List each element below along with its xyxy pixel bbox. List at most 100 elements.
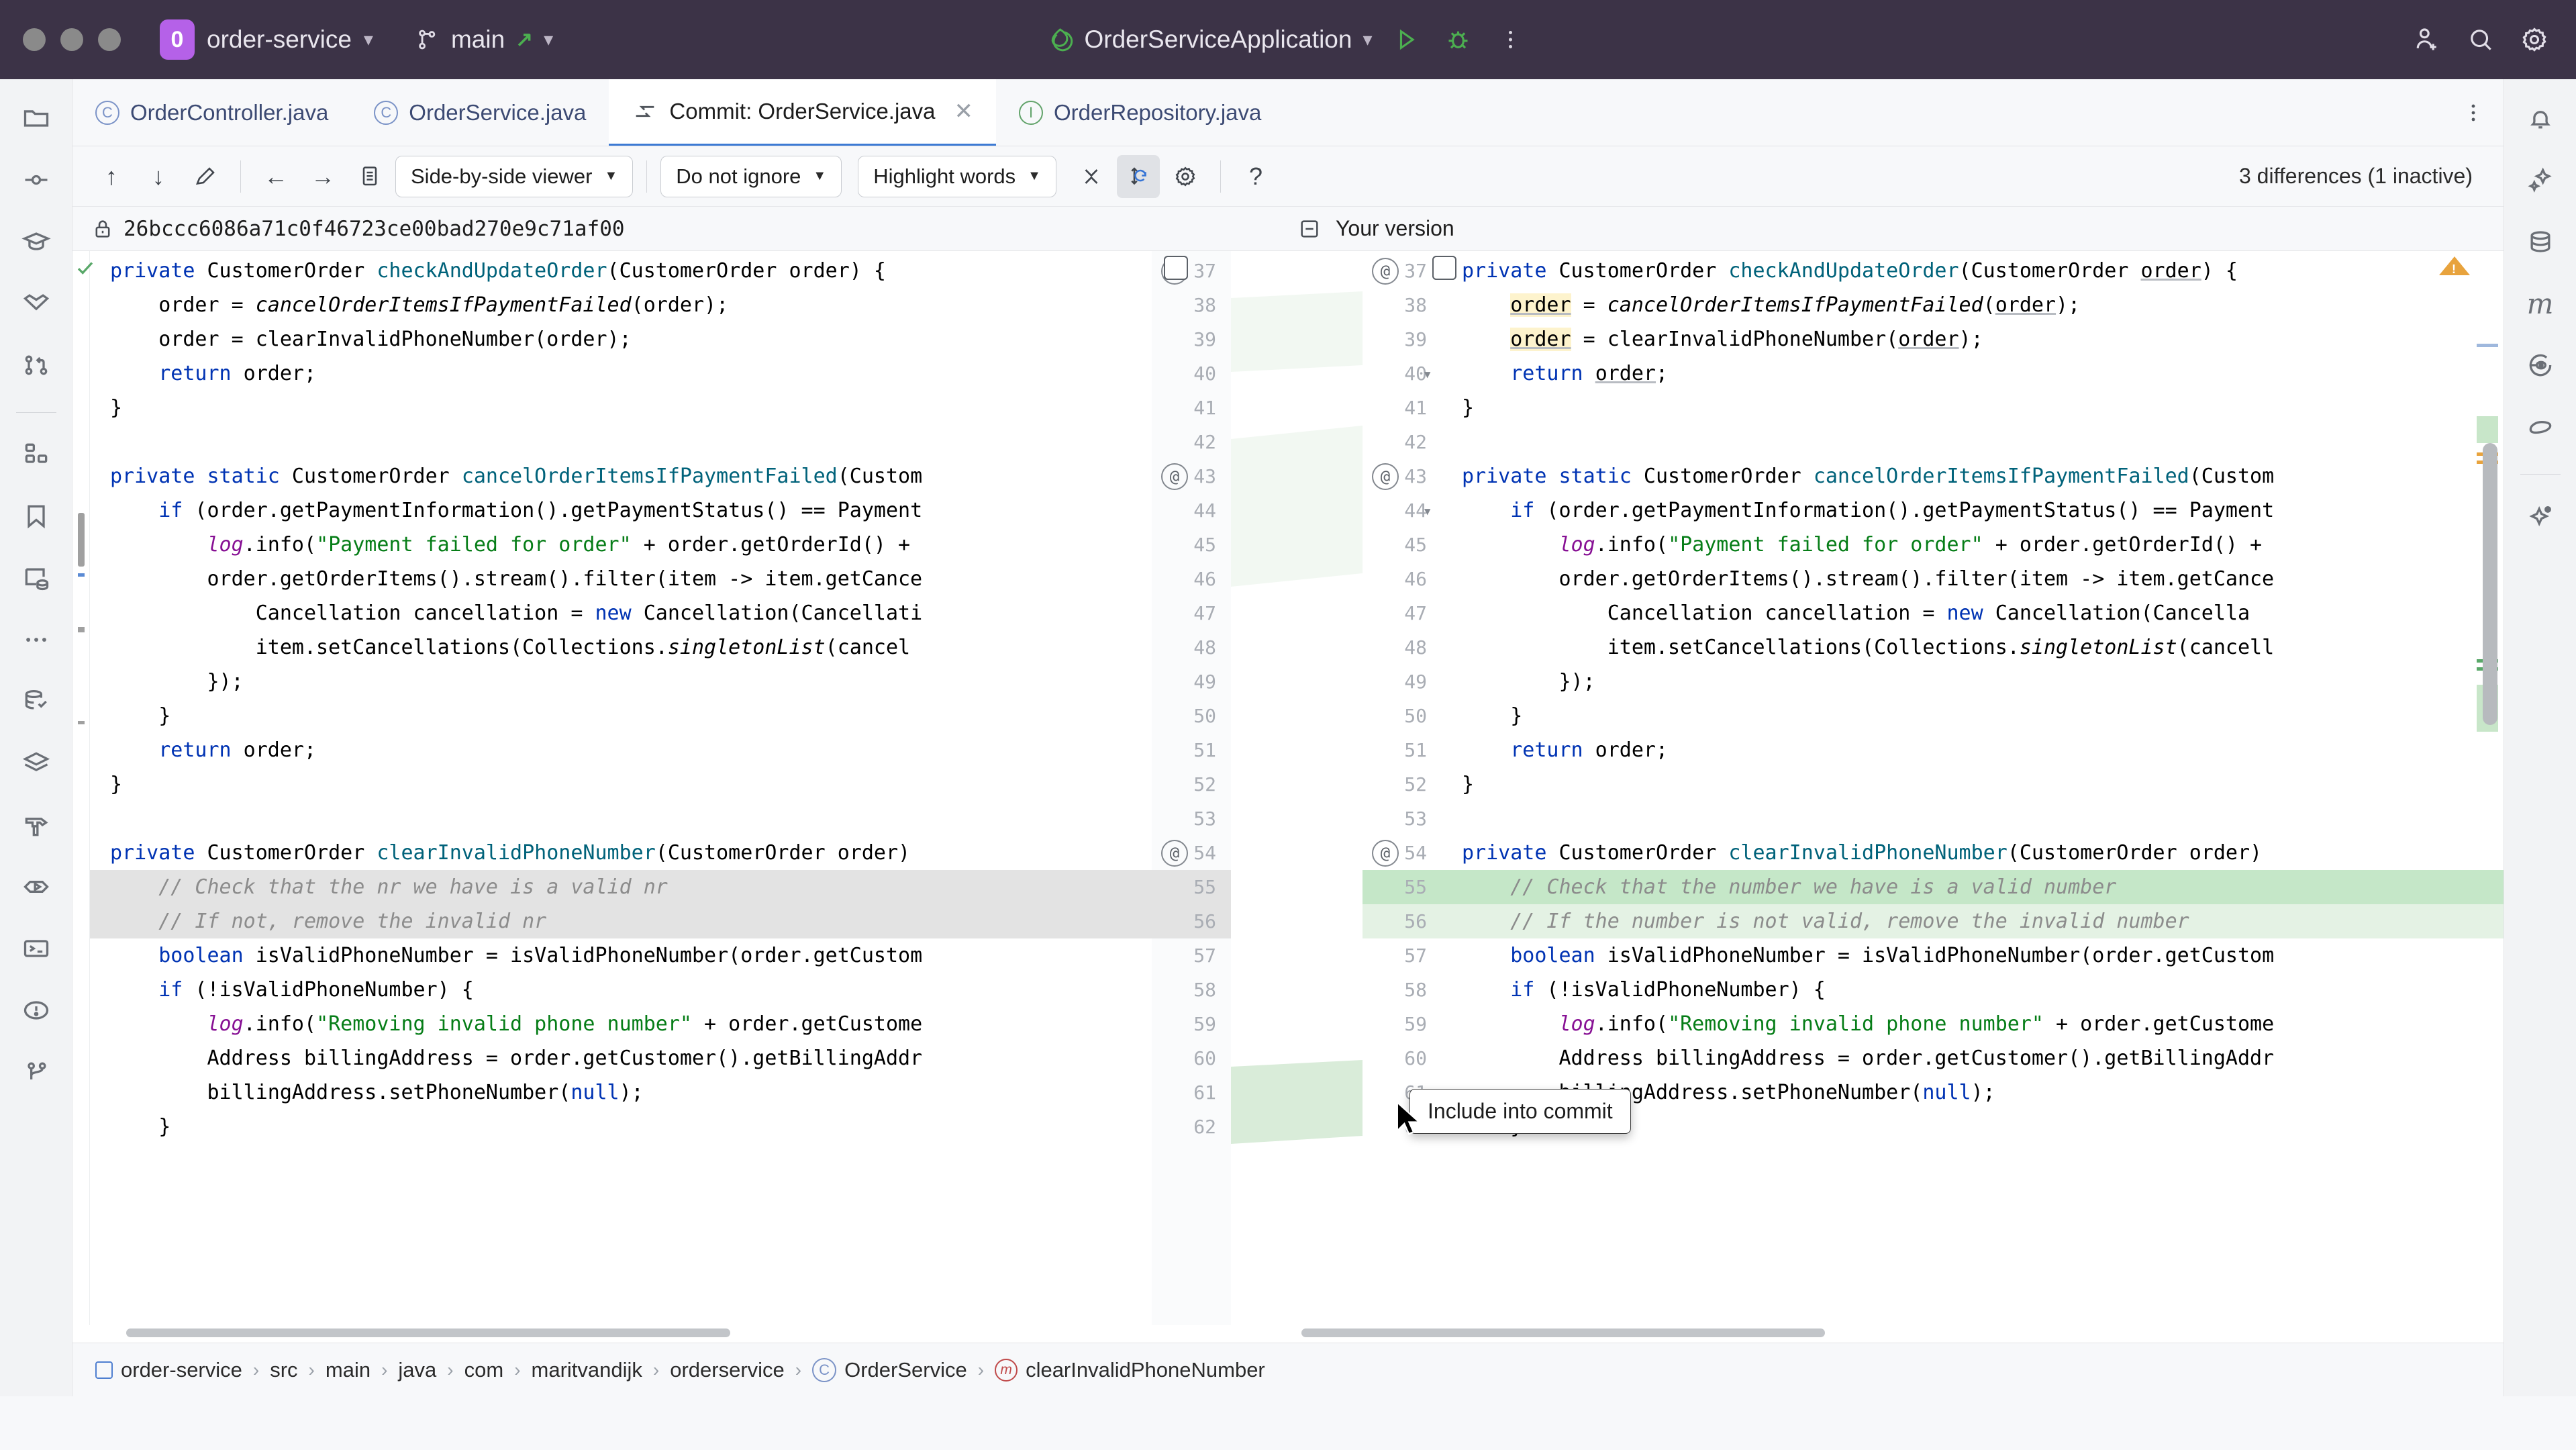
accept-left-button[interactable]: ← (254, 155, 297, 198)
sidebar-item-ai-assistant[interactable] (2516, 156, 2565, 204)
database-check-icon (25, 689, 47, 710)
breadcrumb-item-orderservice[interactable]: C OrderService (812, 1357, 967, 1382)
left-gutter[interactable]: @373839404142@4344454647484950515253@545… (1152, 251, 1231, 1325)
maximize-window-button[interactable] (98, 28, 121, 51)
include-checkbox[interactable] (1164, 256, 1188, 280)
collapse-unchanged-button[interactable] (1070, 155, 1113, 198)
sidebar-item-database-check[interactable] (12, 677, 60, 726)
tab-commit-order-service[interactable]: Commit: OrderService.java ✕ (609, 79, 997, 146)
highlight-mode-label: Highlight words (873, 164, 1016, 188)
breadcrumb-item-orderservice[interactable]: orderservice (670, 1358, 785, 1382)
breadcrumb-item-clearinvalidphonenumber[interactable]: m clearInvalidPhoneNumber (995, 1358, 1265, 1382)
line-number: 38 (1404, 294, 1427, 316)
line-number-cell: 53 (1363, 802, 1442, 836)
sidebar-item-version-control[interactable] (12, 341, 60, 389)
sidebar-item-terminal[interactable] (12, 924, 60, 973)
code-line: Address billingAddress = order.getCustom… (110, 1047, 923, 1070)
left-diff-pane[interactable]: private CustomerOrder checkAndUpdateOrde… (90, 251, 1152, 1325)
sidebar-item-build[interactable] (12, 801, 60, 849)
breadcrumb-item-maritvandijk[interactable]: maritvandijk (532, 1358, 642, 1382)
tab-order-repository[interactable]: I OrderRepository.java (996, 79, 1284, 146)
line-number-cell: 60 (1363, 1041, 1442, 1075)
window-controls[interactable] (23, 28, 121, 51)
tabs-more-button[interactable] (2443, 79, 2504, 146)
search-button[interactable] (2462, 21, 2499, 58)
code-line: // Check that the nr we have is a valid … (90, 870, 1152, 904)
right-hscrollbar[interactable] (1288, 1325, 2504, 1340)
more-actions-button[interactable] (1492, 21, 1530, 58)
ignore-mode-dropdown[interactable]: Do not ignore ▼ (660, 155, 842, 197)
sidebar-item-notifications[interactable] (2516, 94, 2565, 142)
tab-order-controller[interactable]: C OrderController.java (72, 79, 351, 146)
chevron-down-icon[interactable]: ▾ (1423, 365, 1432, 383)
sync-scroll-button[interactable] (1116, 154, 1160, 198)
line-number: 52 (1193, 773, 1216, 795)
sidebar-item-more-tools[interactable] (12, 616, 60, 664)
expand-lines-button[interactable] (348, 155, 391, 198)
sidebar-item-database[interactable] (2516, 218, 2565, 266)
sidebar-item-problems[interactable] (12, 986, 60, 1034)
viewer-mode-dropdown[interactable]: Side-by-side viewer ▼ (395, 155, 634, 197)
accept-right-button[interactable]: → (301, 155, 344, 198)
breadcrumb-separator: › (381, 1359, 388, 1380)
breadcrumb-item-main[interactable]: main (326, 1358, 370, 1382)
line-number: 43 (1404, 465, 1427, 487)
settings-button[interactable] (2516, 21, 2553, 58)
tab-label: OrderService.java (409, 99, 587, 125)
close-window-button[interactable] (23, 28, 46, 51)
tab-order-service[interactable]: C OrderService.java (351, 79, 609, 146)
sidebar-item-bookmarks[interactable] (12, 492, 60, 540)
chevron-down-icon: ▼ (813, 168, 827, 183)
sidebar-item-project[interactable] (12, 94, 60, 142)
sidebar-item-profiler[interactable] (2516, 403, 2565, 451)
minimize-window-button[interactable] (60, 28, 83, 51)
right-diff-pane[interactable]: private CustomerOrder checkAndUpdateOrde… (1442, 251, 2504, 1325)
left-hscrollbar-thumb[interactable] (126, 1328, 730, 1337)
diff-settings-button[interactable] (1164, 155, 1207, 198)
run-configuration-selector[interactable]: OrderServiceApplication ▾ (1046, 26, 1373, 54)
collapse-box-icon[interactable] (1298, 218, 1321, 240)
run-button[interactable] (1387, 21, 1425, 58)
add-user-button[interactable] (2408, 21, 2446, 58)
right-gutter[interactable]: @37 38 39 ▾ 40 41 42 @43 ▾ 44 45 46 47 48 49 50 51 52 53 @5… (1363, 251, 1456, 1325)
sidebar-item-commit[interactable] (12, 156, 60, 204)
chevron-down-icon[interactable]: ▾ (1423, 501, 1432, 520)
sidebar-item-services[interactable] (12, 739, 60, 787)
breadcrumb-item-src[interactable]: src (270, 1358, 297, 1382)
help-button[interactable]: ? (1234, 155, 1277, 198)
line-number-cell: 56 (1363, 256, 1456, 938)
close-icon[interactable]: ✕ (954, 98, 974, 125)
previous-difference-button[interactable]: ↑ (90, 155, 133, 198)
line-number-cell: 47 (1152, 596, 1231, 630)
sidebar-item-pull-requests[interactable] (12, 279, 60, 328)
breadcrumb: order-service › src › main › java › com › maritvan… (72, 1343, 2504, 1396)
sidebar-item-endpoints[interactable] (2516, 341, 2565, 389)
line-number-cell: ▾ 40 (1363, 356, 1442, 391)
sidebar-item-maven[interactable]: m (2516, 279, 2565, 328)
chevron-down-icon: ▾ (363, 29, 373, 50)
next-difference-button[interactable]: ↓ (137, 155, 180, 198)
change-marker (78, 513, 85, 567)
sidebar-item-remote-dev[interactable] (12, 554, 60, 602)
sidebar-item-git[interactable] (12, 1048, 60, 1096)
debug-button[interactable] (1440, 21, 1477, 58)
sidebar-item-run[interactable] (12, 863, 60, 911)
right-hscrollbar-thumb[interactable] (1301, 1328, 1825, 1337)
breadcrumb-item-java[interactable]: java (398, 1358, 436, 1382)
left-hscrollbar[interactable] (72, 1325, 1288, 1340)
diff-content: private CustomerOrder checkAndUpdateOrde… (72, 251, 2504, 1325)
diff-splitter[interactable] (1231, 251, 1363, 1325)
branch-selector[interactable]: main ↗ ▾ (415, 26, 553, 54)
project-selector[interactable]: 0 order-service ▾ (150, 15, 383, 64)
code-line: private static CustomerOrder cancelOrder… (110, 465, 923, 488)
breadcrumb-item-order-service[interactable]: order-service (95, 1358, 242, 1382)
highlight-mode-dropdown[interactable]: Highlight words ▼ (858, 155, 1056, 197)
edit-button[interactable] (184, 155, 227, 198)
sidebar-item-ai-chat[interactable] (2516, 492, 2565, 540)
sidebar-item-structure[interactable] (12, 430, 60, 479)
vertical-scrollbar-thumb[interactable] (2483, 443, 2497, 725)
build-icon (25, 818, 48, 836)
warning-triangle-icon[interactable] (2439, 256, 2470, 277)
breadcrumb-item-com[interactable]: com (464, 1358, 504, 1382)
sidebar-item-learn[interactable] (12, 218, 60, 266)
